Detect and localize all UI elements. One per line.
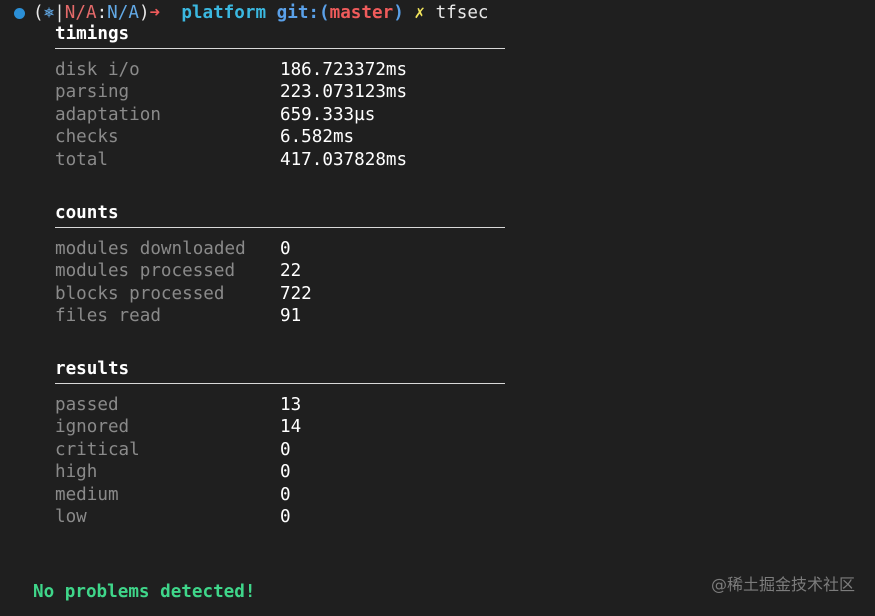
row-value: 722 — [280, 283, 312, 304]
section-title: timings — [55, 24, 130, 44]
row-key: parsing — [55, 82, 130, 103]
watermark: @稀土掘金技术社区 — [710, 575, 855, 594]
row-value: 659.333µs — [280, 104, 376, 125]
table-row: medium 0 — [55, 484, 505, 506]
shell-prompt: ( ⎈ | N/A : N/A ) ➜ platform git: ( mast… — [14, 2, 489, 24]
row-value: 0 — [280, 439, 291, 460]
table-row: total 417.037828ms — [55, 149, 505, 171]
results-section: results passed 13 ignored 14 critical 0 hig… — [55, 358, 505, 528]
section-title: counts — [55, 203, 119, 223]
counts-rows: modules downloaded 0 modules processed 22 … — [55, 238, 505, 328]
table-row: disk i/o 186.723372ms — [55, 59, 505, 81]
row-key: total — [55, 149, 108, 170]
row-key: low — [55, 506, 87, 527]
command-text: tfsec — [435, 3, 489, 23]
row-value: 13 — [280, 395, 302, 415]
divider — [55, 383, 505, 384]
table-row: parsing 223.073123ms — [55, 81, 505, 103]
prompt-close-paren: ) — [138, 3, 150, 23]
row-value: 186.723372ms — [280, 60, 408, 80]
row-value: 223.073123ms — [280, 82, 408, 103]
row-key: checks — [55, 127, 119, 148]
dirty-mark-icon: ✗ — [414, 3, 425, 23]
row-value: 0 — [280, 484, 291, 505]
row-value: 6.582ms — [280, 127, 355, 148]
table-row: low 0 — [55, 506, 505, 528]
row-value: 417.037828ms — [280, 149, 408, 170]
row-key: modules downloaded — [55, 239, 246, 259]
row-value: 91 — [280, 306, 302, 327]
git-close-paren: ) — [393, 3, 404, 23]
row-key: high — [55, 462, 98, 483]
row-value: 0 — [280, 462, 291, 483]
table-row: checks 6.582ms — [55, 126, 505, 148]
row-key: ignored — [55, 417, 130, 438]
prompt-open-paren: ( — [33, 3, 44, 23]
status-message: No problems detected! — [33, 582, 256, 602]
section-title: results — [55, 359, 130, 379]
divider — [55, 48, 505, 49]
table-row: blocks processed 722 — [55, 283, 505, 305]
kube-context: N/A — [64, 3, 97, 23]
git-label: git: — [276, 3, 320, 23]
row-key: disk i/o — [55, 60, 140, 80]
timings-rows: disk i/o 186.723372ms parsing 223.073123ms… — [55, 59, 505, 171]
table-row: high 0 — [55, 461, 505, 483]
git-branch: master — [329, 3, 394, 23]
status-dot-icon — [14, 7, 25, 19]
table-row: files read 91 — [55, 305, 505, 327]
table-row: passed 13 — [55, 394, 505, 416]
git-open-paren: ( — [319, 3, 330, 23]
kubernetes-icon: ⎈ — [43, 3, 55, 23]
row-key: adaptation — [55, 104, 161, 125]
row-value: 0 — [280, 239, 291, 259]
table-row: adaptation 659.333µs — [55, 104, 505, 126]
divider — [55, 227, 505, 228]
row-value: 0 — [280, 506, 291, 527]
table-row: modules processed 22 — [55, 260, 505, 282]
row-value: 22 — [280, 261, 302, 282]
row-key: modules processed — [55, 261, 236, 282]
prompt-bar: | — [54, 3, 65, 23]
terminal-window[interactable]: ( ⎈ | N/A : N/A ) ➜ platform git: ( mast… — [0, 0, 875, 616]
row-key: passed — [55, 395, 119, 415]
table-row: ignored 14 — [55, 416, 505, 438]
table-row: modules downloaded 0 — [55, 238, 505, 260]
kube-namespace: N/A — [107, 3, 139, 23]
results-rows: passed 13 ignored 14 critical 0 high 0 mediu… — [55, 394, 505, 528]
row-key: blocks processed — [55, 283, 225, 304]
prompt-colon: : — [96, 3, 108, 23]
row-key: critical — [55, 439, 140, 460]
table-row: critical 0 — [55, 439, 505, 461]
row-key: files read — [55, 306, 161, 327]
row-key: medium — [55, 484, 119, 505]
timings-section: timings disk i/o 186.723372ms parsing 223.… — [55, 23, 505, 171]
prompt-arrow-icon: ➜ — [149, 3, 161, 23]
row-value: 14 — [280, 417, 302, 438]
current-directory: platform — [181, 3, 267, 23]
counts-section: counts modules downloaded 0 modules proce… — [55, 202, 505, 328]
